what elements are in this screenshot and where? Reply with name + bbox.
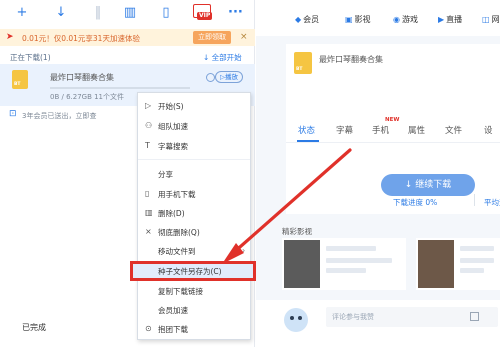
annotation-arrow — [222, 148, 352, 264]
